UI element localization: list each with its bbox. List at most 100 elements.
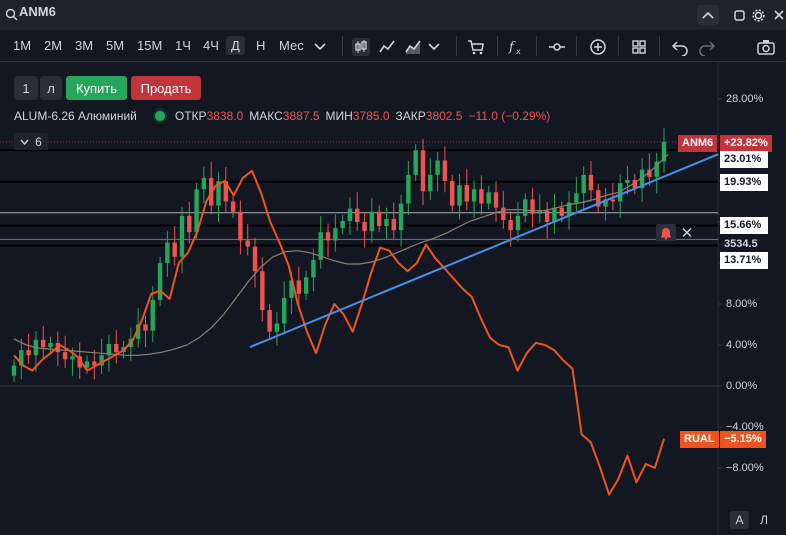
candle-body [574, 193, 579, 203]
candle-body [588, 174, 594, 191]
add-circle-icon[interactable] [589, 38, 607, 56]
candle-body [62, 352, 68, 360]
gear-icon [751, 8, 765, 22]
tf-5m[interactable]: 5M [106, 38, 124, 53]
level-tag[interactable]: 13.71% [720, 252, 768, 269]
candle-body [384, 218, 389, 227]
tf-2m[interactable]: 2M [44, 38, 62, 53]
candle-body [245, 240, 250, 247]
tf-month[interactable]: Мес [279, 38, 304, 53]
candle-body [274, 323, 280, 332]
close-label: ЗАКР [395, 109, 426, 123]
tf-1m[interactable]: 1M [13, 38, 31, 53]
settings-button[interactable] [747, 5, 769, 25]
tf-3m[interactable]: 3M [75, 38, 93, 53]
high-value: 3887.5 [282, 109, 320, 123]
candle-body [252, 246, 258, 272]
candles-icon[interactable] [352, 38, 370, 56]
candle-body [581, 174, 586, 194]
low-value: 3785.0 [352, 109, 390, 123]
low-label: МИН [325, 109, 353, 123]
candle-body [610, 199, 616, 202]
market-status-dot [154, 111, 165, 121]
instrument-legend: ALUM-6.26 Алюминий ОТКР3838.0 МАКС3887.5 МИ… [14, 109, 556, 123]
candle-body [41, 339, 46, 348]
candle-body [282, 297, 287, 324]
candle-body [493, 192, 499, 208]
area-chart-icon[interactable] [404, 38, 422, 56]
candle-body [625, 179, 630, 184]
crosshair-line-icon[interactable] [548, 38, 566, 56]
auto-scale-button[interactable]: A [730, 511, 749, 529]
layout-grid-icon[interactable] [630, 38, 648, 56]
sell-button[interactable]: Продать [131, 76, 201, 100]
quantity-field[interactable]: 1 [14, 76, 38, 100]
candle-body [406, 174, 411, 204]
candle-body [420, 150, 426, 192]
candle-body [11, 365, 17, 376]
y-axis-label: 0.00% [726, 380, 758, 392]
tf-week[interactable]: Н [256, 38, 265, 53]
tf-1h[interactable]: 1Ч [175, 38, 191, 53]
tf-day[interactable]: Д [226, 36, 245, 55]
anm6-pct-tag: +23.82% [720, 135, 772, 152]
candle-body [362, 222, 367, 232]
level-tag[interactable]: 15.66% [720, 217, 768, 234]
level-tag[interactable]: 19.93% [720, 174, 768, 191]
candle-body [523, 199, 528, 216]
alert-button[interactable] [656, 224, 676, 241]
candle-body [559, 207, 564, 216]
candle-body [296, 280, 302, 294]
ticker-search-bar[interactable]: ANM6 [0, 0, 786, 30]
candle-body [552, 207, 557, 222]
redo-icon[interactable] [698, 38, 716, 56]
change-value: −11.0 (−0.29%) [468, 109, 551, 123]
instrument-name[interactable]: ALUM-6.26 Алюминий [14, 109, 137, 123]
candle-body [413, 150, 418, 175]
candle-body [325, 232, 331, 241]
toolbar-divider [659, 36, 660, 56]
buy-button[interactable]: Купить [66, 76, 127, 100]
chevron-down-icon[interactable] [314, 42, 326, 52]
candle-body [70, 356, 75, 360]
shopping-cart-icon[interactable] [467, 38, 485, 56]
candle-body [311, 259, 316, 278]
toolbar-divider [576, 36, 577, 56]
candle-body [157, 263, 163, 300]
candle-body [457, 185, 462, 206]
candle-body [150, 299, 155, 331]
tf-4h[interactable]: 4Ч [203, 38, 219, 53]
tf-15m[interactable]: 15M [137, 38, 162, 53]
search-icon [5, 8, 18, 21]
candle-body [450, 181, 455, 206]
candle-body [303, 277, 309, 294]
square-icon [733, 9, 745, 21]
lot-unit[interactable]: л [40, 76, 62, 100]
undo-icon[interactable] [671, 38, 689, 56]
price-chart[interactable] [0, 62, 786, 535]
close-button[interactable] [768, 5, 786, 25]
level-tag[interactable]: 23.01% [720, 151, 768, 168]
collapse-button[interactable] [697, 5, 719, 25]
indicators-fx-icon[interactable]: fx [508, 38, 526, 56]
indicators-toggle[interactable]: 6 [14, 133, 48, 150]
y-axis-label: −8.00% [726, 462, 764, 474]
rual-compare-line [13, 169, 665, 496]
candle-body [48, 342, 53, 348]
remove-level-button[interactable] [678, 224, 696, 241]
indicator-count: 6 [35, 134, 42, 149]
toolbar-divider [497, 36, 498, 56]
y-axis-label: 8.00% [726, 298, 758, 310]
camera-icon[interactable] [757, 38, 775, 56]
candle-body [267, 310, 272, 332]
candle-body [391, 218, 396, 231]
bell-icon [661, 228, 671, 240]
rual-name-tag: RUAL [680, 431, 719, 448]
open-value: 3838.0 [206, 109, 244, 123]
chevron-down-icon[interactable] [428, 42, 440, 52]
ticker-input[interactable]: ANM6 [19, 4, 56, 19]
log-scale-button[interactable]: Л [757, 511, 771, 529]
candle-body [479, 189, 484, 204]
line-chart-icon[interactable] [378, 38, 396, 56]
chart-area[interactable] [0, 62, 786, 535]
